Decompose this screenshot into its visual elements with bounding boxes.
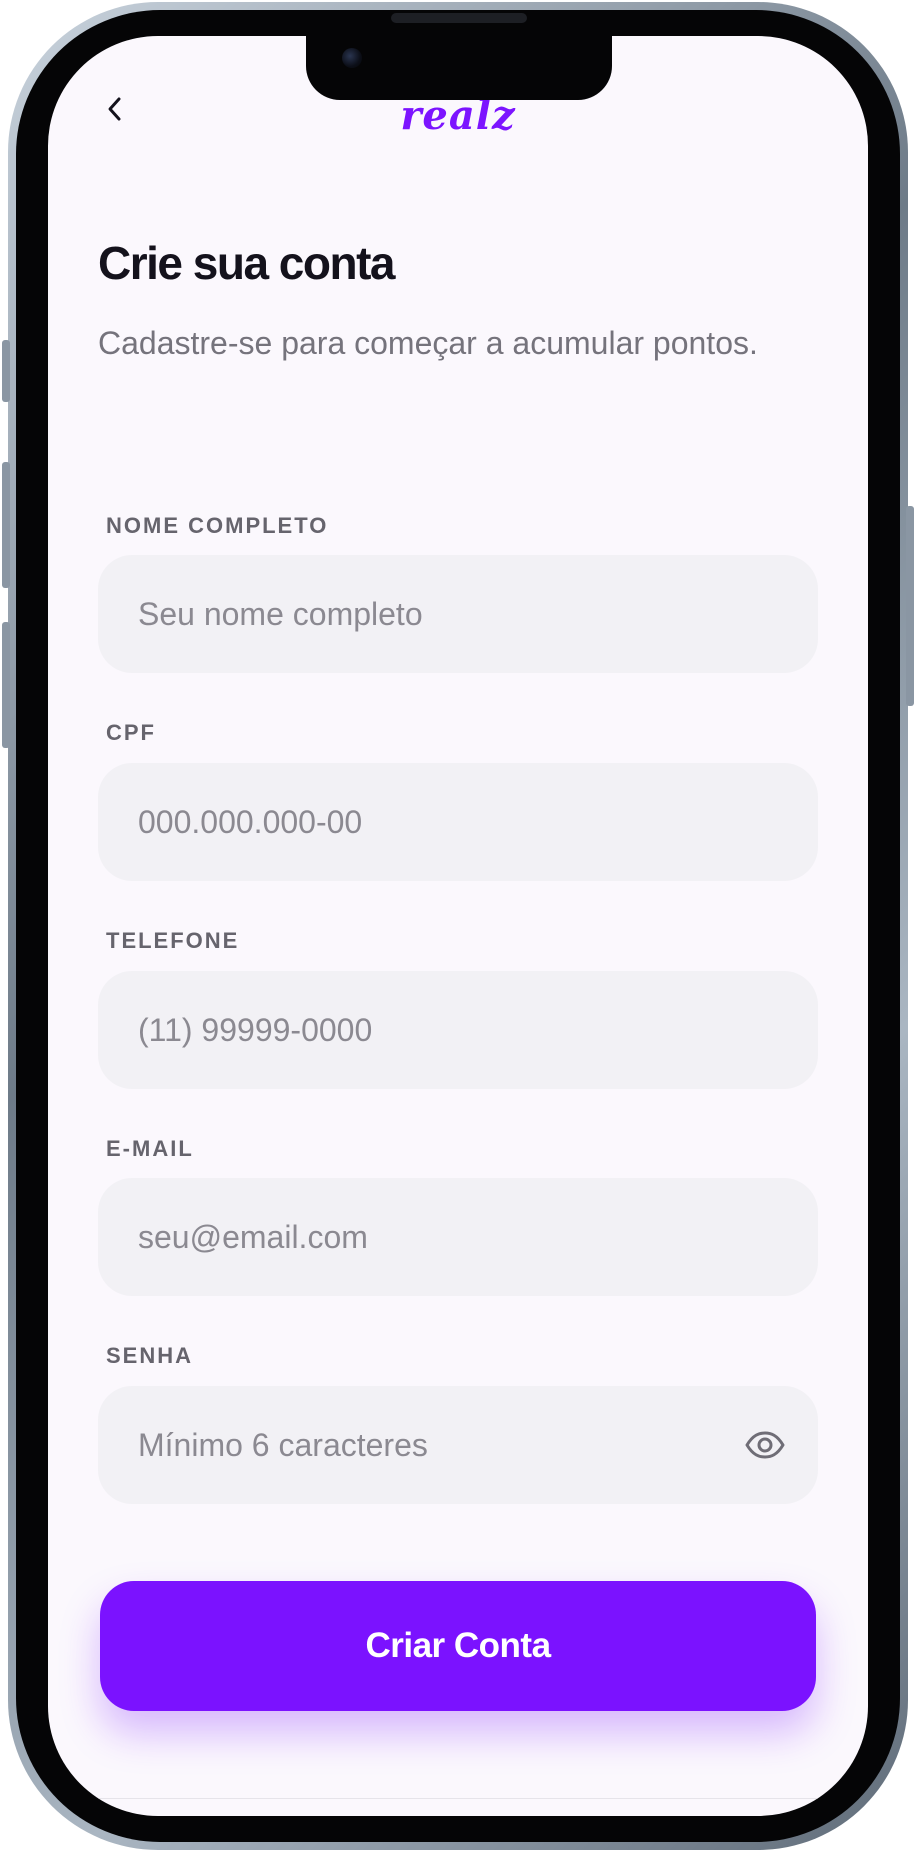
side-button-volume-up: [2, 462, 10, 588]
earpiece-speaker: [391, 13, 527, 23]
phone-label: TELEFONE: [106, 928, 240, 953]
side-button-volume-down: [2, 622, 10, 748]
phone-input[interactable]: [98, 971, 818, 1089]
create-account-button[interactable]: Criar Conta: [100, 1581, 816, 1711]
page-subtitle: Cadastre-se para começar a acumular pont…: [98, 325, 758, 361]
cpf-label: CPF: [106, 720, 156, 745]
toggle-password-visibility-button[interactable]: [738, 1418, 792, 1472]
side-button-silent: [2, 340, 10, 402]
name-label: NOME COMPLETO: [106, 513, 329, 538]
full-name-input[interactable]: [98, 555, 818, 673]
email-input[interactable]: [98, 1178, 818, 1296]
side-button-power: [906, 506, 914, 706]
page-title: Crie sua conta: [98, 237, 396, 289]
password-label: SENHA: [106, 1343, 194, 1368]
email-label: E-MAIL: [106, 1136, 194, 1161]
notch: [306, 36, 612, 100]
app-screen: realz Crie sua conta Cadastre-se para co…: [48, 36, 868, 1816]
password-input[interactable]: [98, 1386, 818, 1504]
front-camera: [342, 48, 362, 68]
eye-icon: [745, 1431, 785, 1459]
bottom-divider: [98, 1798, 818, 1799]
cpf-input[interactable]: [98, 763, 818, 881]
